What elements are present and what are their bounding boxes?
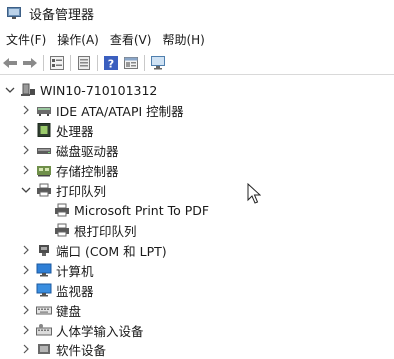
help-button[interactable]: ? xyxy=(101,53,121,73)
forward-icon xyxy=(23,58,37,68)
tree-item-keyboards[interactable]: 键盘 xyxy=(20,300,81,320)
software-device-icon xyxy=(36,342,52,356)
view-icon xyxy=(124,57,138,69)
expand-arrow-icon[interactable] xyxy=(20,160,32,180)
view-button[interactable] xyxy=(121,53,141,73)
hid-icon xyxy=(36,323,52,337)
tree-item-processor[interactable]: 处理器 xyxy=(20,120,94,140)
tree-item-ide[interactable]: IDE ATA/ATAPI 控制器 xyxy=(20,100,184,120)
tree-item-label: 键盘 xyxy=(56,303,82,319)
collapse-arrow-icon[interactable] xyxy=(4,80,16,100)
expand-arrow-icon[interactable] xyxy=(20,300,32,320)
device-manager-app-icon xyxy=(7,7,21,19)
tree-item-label: 打印队列 xyxy=(56,183,107,199)
toolbar-separator xyxy=(144,55,145,71)
menu-file[interactable]: 文件(F) xyxy=(0,31,46,48)
port-icon xyxy=(36,243,52,257)
device-list-button[interactable] xyxy=(74,53,94,73)
device-list-icon xyxy=(78,56,90,70)
tree-item-computer[interactable]: 计算机 xyxy=(20,260,94,280)
properties-button[interactable] xyxy=(47,53,67,73)
tree-item-label: 存储控制器 xyxy=(56,163,119,179)
printer-icon xyxy=(36,183,52,197)
expand-arrow-icon[interactable] xyxy=(20,240,32,260)
menu-view[interactable]: 查看(V) xyxy=(104,31,152,48)
printer-icon xyxy=(54,203,70,217)
tree-item-print-queues[interactable]: 打印队列 xyxy=(20,180,106,200)
monitor-icon xyxy=(36,283,52,297)
tree-item-label: 处理器 xyxy=(56,123,94,139)
tree-item-label: 端口 (COM 和 LPT) xyxy=(56,243,167,259)
toolbar-separator xyxy=(97,55,98,71)
tree-item-monitors[interactable]: 监视器 xyxy=(20,280,94,300)
tree-item-hid[interactable]: 人体学输入设备 xyxy=(20,320,144,340)
tree-item-label: 根打印队列 xyxy=(74,223,137,239)
tree-item-label: 软件设备 xyxy=(56,342,107,358)
tree-item-root-print-queue[interactable]: 根打印队列 xyxy=(50,220,137,240)
expand-arrow-icon[interactable] xyxy=(20,280,32,300)
keyboard-icon xyxy=(36,303,52,317)
tree-item-label: 监视器 xyxy=(56,283,94,299)
tree-root-label: WIN10-710101312 xyxy=(40,82,158,98)
forward-button[interactable] xyxy=(20,53,40,73)
help-icon: ? xyxy=(104,56,118,71)
menu-bar: 文件(F) 操作(A) 查看(V) 帮助(H) xyxy=(0,29,394,49)
computer-icon xyxy=(20,83,36,97)
mouse-pointer-icon xyxy=(247,183,261,204)
tree-item-disk-drives[interactable]: 磁盘驱动器 xyxy=(20,140,119,160)
menu-action[interactable]: 操作(A) xyxy=(51,31,99,48)
back-button[interactable] xyxy=(0,53,20,73)
tree-item-ports[interactable]: 端口 (COM 和 LPT) xyxy=(20,240,167,260)
expand-arrow-icon[interactable] xyxy=(20,320,32,340)
tree-item-label: Microsoft Print To PDF xyxy=(74,202,210,218)
tree-item-storage-controllers[interactable]: 存储控制器 xyxy=(20,160,119,180)
processor-icon xyxy=(36,123,52,137)
menu-help[interactable]: 帮助(H) xyxy=(156,31,204,48)
back-icon xyxy=(3,58,17,68)
collapse-arrow-icon[interactable] xyxy=(20,180,32,200)
expand-arrow-icon[interactable] xyxy=(20,120,32,140)
window-title: 设备管理器 xyxy=(29,7,95,23)
toolbar-separator xyxy=(43,55,44,71)
computer-icon xyxy=(36,263,52,277)
svg-text:?: ? xyxy=(108,58,114,71)
storage-controller-icon xyxy=(36,163,52,177)
monitor-icon xyxy=(151,56,165,70)
scan-hardware-button[interactable] xyxy=(148,53,168,73)
printer-icon xyxy=(54,223,70,237)
toolbar: ? xyxy=(0,52,394,75)
tree-item-label: 人体学输入设备 xyxy=(56,323,144,339)
expand-arrow-icon[interactable] xyxy=(20,100,32,120)
properties-icon xyxy=(50,56,64,70)
tree-item-ms-print-to-pdf[interactable]: Microsoft Print To PDF xyxy=(50,200,209,220)
expand-arrow-icon[interactable] xyxy=(20,140,32,160)
tree-item-software-devices[interactable]: 软件设备 xyxy=(20,339,106,359)
tree-root[interactable]: WIN10-710101312 xyxy=(4,80,157,100)
expand-arrow-icon[interactable] xyxy=(20,339,32,359)
expand-arrow-icon[interactable] xyxy=(20,260,32,280)
tree-item-label: IDE ATA/ATAPI 控制器 xyxy=(56,103,184,119)
title-bar: 设备管理器 xyxy=(0,0,394,26)
tree-item-label: 计算机 xyxy=(56,263,94,279)
disk-drive-icon xyxy=(36,143,52,157)
toolbar-separator xyxy=(70,55,71,71)
tree-item-label: 磁盘驱动器 xyxy=(56,143,119,159)
ide-controller-icon xyxy=(36,103,52,117)
